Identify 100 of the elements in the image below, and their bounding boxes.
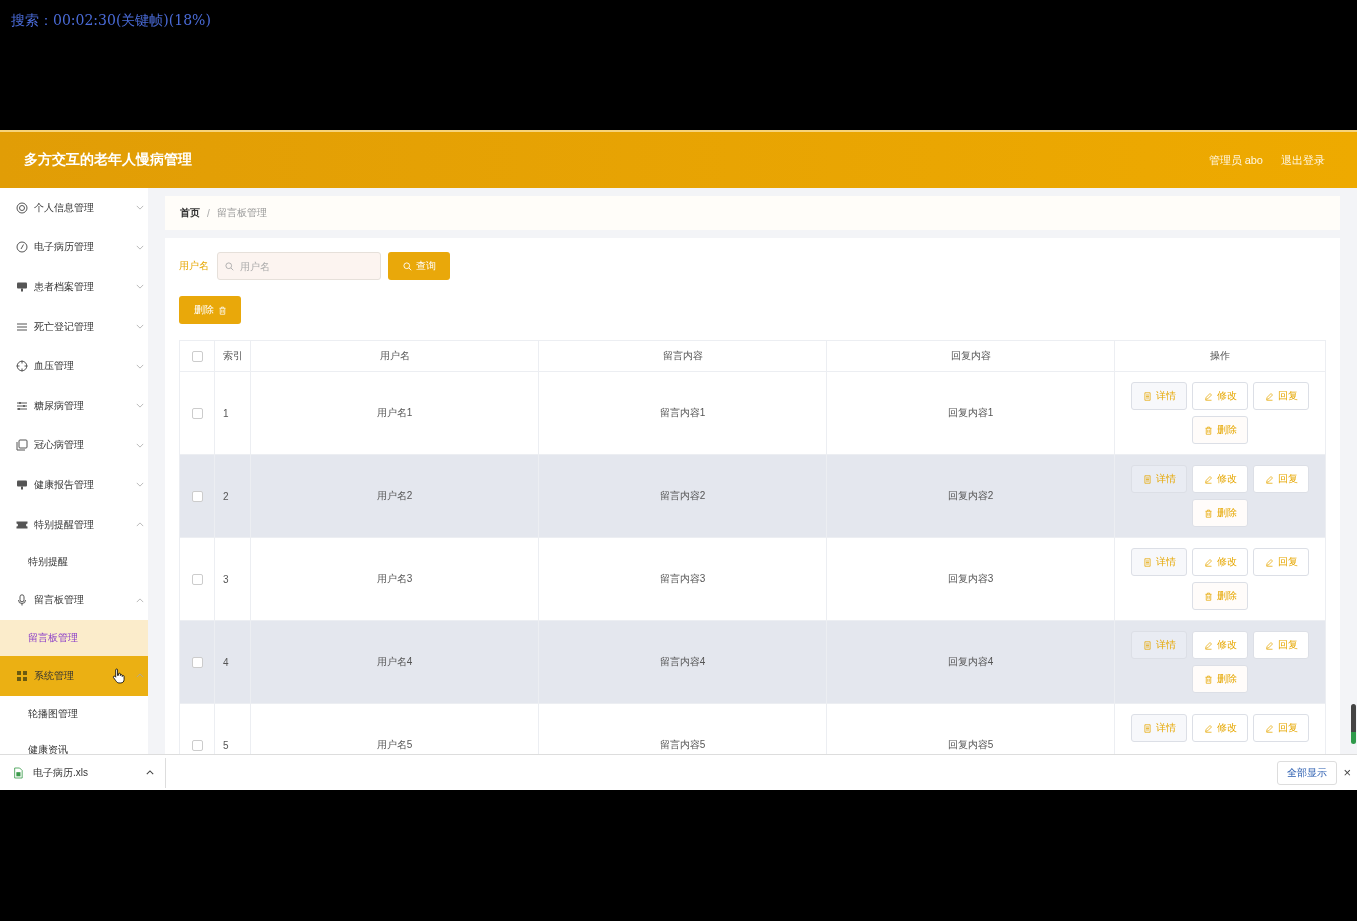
pencil-icon bbox=[1203, 474, 1213, 484]
search-label: 用户名 bbox=[179, 259, 209, 273]
search-icon bbox=[402, 261, 412, 271]
chevron-down-icon bbox=[136, 403, 144, 409]
chevron-down-icon bbox=[136, 442, 144, 448]
table-cell: 用户名1 bbox=[376, 406, 413, 420]
trash-icon bbox=[217, 305, 227, 315]
search-button[interactable]: 查询 bbox=[388, 252, 450, 280]
menu-item[interactable]: 个人信息管理 bbox=[0, 188, 148, 228]
compass-icon bbox=[16, 241, 28, 254]
menu-item[interactable]: 血压管理 bbox=[0, 346, 148, 386]
reply-button[interactable]: 回复 bbox=[1253, 714, 1309, 742]
spreadsheet-file-icon bbox=[13, 766, 23, 779]
hand-cursor-icon bbox=[112, 667, 125, 684]
table-cell: 留言内容1 bbox=[659, 406, 706, 420]
row-checkbox[interactable] bbox=[191, 490, 203, 502]
trash-icon bbox=[1203, 425, 1213, 435]
menu-item[interactable]: 留言板管理 bbox=[0, 580, 148, 620]
pencil-icon bbox=[1203, 640, 1213, 650]
chevron-down-icon bbox=[136, 363, 144, 369]
table-cell: 留言内容4 bbox=[659, 655, 706, 669]
row-checkbox[interactable] bbox=[191, 407, 203, 419]
reply-button[interactable]: 回复 bbox=[1253, 631, 1309, 659]
row-checkbox[interactable] bbox=[191, 573, 203, 585]
logout-link[interactable]: 退出登录 bbox=[1281, 152, 1325, 168]
menu-item[interactable]: 冠心病管理 bbox=[0, 425, 148, 466]
scrollbar[interactable] bbox=[1351, 704, 1356, 744]
menu-item[interactable]: 电子病历管理 bbox=[0, 227, 148, 268]
trash-icon bbox=[1203, 591, 1213, 601]
column-header: 留言内容 bbox=[662, 349, 703, 363]
edit-button[interactable]: 修改 bbox=[1192, 631, 1248, 659]
row-checkbox[interactable] bbox=[191, 656, 203, 668]
table-cell: 回复内容2 bbox=[947, 489, 994, 503]
microphone-icon bbox=[16, 594, 28, 607]
pencil-icon bbox=[1264, 723, 1274, 733]
breadcrumb-link[interactable]: 首页 bbox=[180, 206, 200, 220]
chevron-down-icon bbox=[136, 205, 144, 211]
delete-button[interactable]: 删除 bbox=[1192, 499, 1248, 527]
chevron-up-icon bbox=[136, 522, 144, 528]
detail-button[interactable]: 详情 bbox=[1131, 465, 1187, 493]
playback-status: 搜索：00:02:30(关键帧)(18%) bbox=[11, 12, 211, 28]
submenu-item[interactable]: 留言板管理 bbox=[0, 619, 148, 656]
table-cell: 4 bbox=[223, 656, 229, 668]
detail-button[interactable]: 详情 bbox=[1131, 382, 1187, 410]
column-header: 回复内容 bbox=[950, 349, 991, 363]
table-cell: 用户名4 bbox=[376, 655, 413, 669]
detail-button[interactable]: 详情 bbox=[1131, 631, 1187, 659]
monitor-icon bbox=[16, 478, 28, 491]
delete-button[interactable]: 删除 bbox=[179, 296, 241, 324]
pencil-icon bbox=[1264, 391, 1274, 401]
caret-up-icon[interactable] bbox=[146, 770, 154, 775]
close-button[interactable]: × bbox=[1343, 765, 1351, 780]
menu-item[interactable]: 系统管理 bbox=[0, 655, 148, 696]
search-icon bbox=[225, 262, 234, 271]
column-header: 索引 bbox=[223, 349, 243, 363]
submenu-item[interactable]: 轮播图管理 bbox=[0, 695, 148, 732]
delete-button[interactable]: 删除 bbox=[1192, 665, 1248, 693]
download-file-name[interactable]: 电子病历.xls bbox=[33, 765, 146, 780]
menu-item[interactable]: 健康报告管理 bbox=[0, 465, 148, 505]
submenu-item[interactable]: 特别提醒 bbox=[0, 544, 148, 581]
delete-button[interactable]: 删除 bbox=[1192, 582, 1248, 610]
edit-button[interactable]: 修改 bbox=[1192, 714, 1248, 742]
table-cell: 用户名5 bbox=[376, 738, 413, 752]
edit-button[interactable]: 修改 bbox=[1192, 382, 1248, 410]
submenu-item[interactable]: 健康资讯 bbox=[0, 731, 148, 754]
menu-item[interactable]: 患者档案管理 bbox=[0, 267, 148, 307]
detail-button[interactable]: 详情 bbox=[1131, 548, 1187, 576]
menu-item[interactable]: 死亡登记管理 bbox=[0, 306, 148, 347]
grid-icon bbox=[16, 669, 28, 682]
search-field[interactable]: 用户名 bbox=[217, 252, 381, 280]
table-cell: 3 bbox=[223, 573, 229, 585]
table-cell: 用户名2 bbox=[376, 489, 413, 503]
column-header: 操作 bbox=[1210, 349, 1230, 363]
reply-button[interactable]: 回复 bbox=[1253, 382, 1309, 410]
reply-button[interactable]: 回复 bbox=[1253, 548, 1309, 576]
crosshair-icon bbox=[16, 360, 28, 373]
delete-button[interactable]: 删除 bbox=[1192, 416, 1248, 444]
menu-item[interactable]: 特别提醒管理 bbox=[0, 504, 148, 545]
pencil-icon bbox=[1203, 557, 1213, 567]
trash-icon bbox=[1203, 508, 1213, 518]
detail-button[interactable]: 详情 bbox=[1131, 714, 1187, 742]
column-header: 用户名 bbox=[379, 349, 410, 363]
show-all-button[interactable]: 全部显示 bbox=[1277, 760, 1338, 785]
pencil-icon bbox=[1264, 474, 1274, 484]
reply-button[interactable]: 回复 bbox=[1253, 465, 1309, 493]
table-cell: 1 bbox=[223, 407, 229, 419]
breadcrumb-link[interactable]: 留言板管理 bbox=[216, 206, 267, 220]
pencil-icon bbox=[1264, 557, 1274, 567]
breadcrumb-separator: / bbox=[207, 207, 210, 219]
chevron-down-icon bbox=[136, 324, 144, 330]
trash-icon bbox=[1203, 674, 1213, 684]
edit-button[interactable]: 修改 bbox=[1192, 465, 1248, 493]
menu-item[interactable]: 糖尿病管理 bbox=[0, 385, 148, 426]
pencil-icon bbox=[1203, 723, 1213, 733]
select-all-checkbox[interactable] bbox=[191, 350, 203, 362]
pencil-icon bbox=[1203, 391, 1213, 401]
edit-button[interactable]: 修改 bbox=[1192, 548, 1248, 576]
row-checkbox[interactable] bbox=[191, 739, 203, 751]
document-icon bbox=[1142, 391, 1152, 401]
document-icon bbox=[1142, 640, 1152, 650]
